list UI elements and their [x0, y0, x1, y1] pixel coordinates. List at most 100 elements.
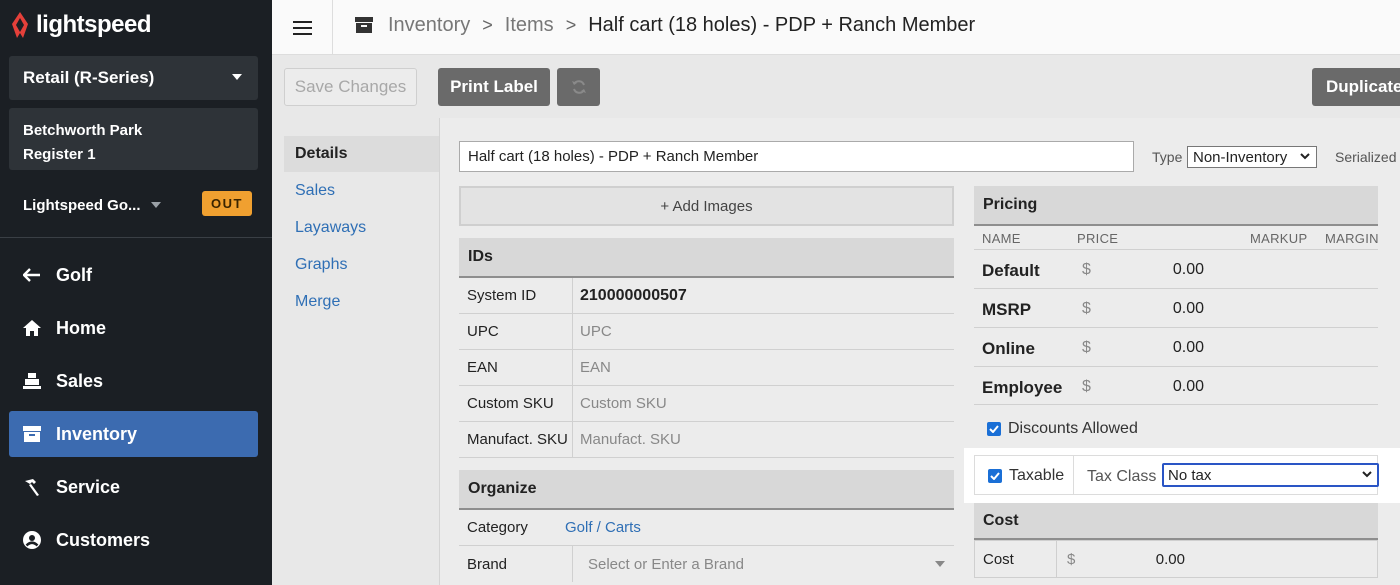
caret-down-icon	[232, 74, 242, 80]
cost-label: Cost	[975, 541, 1057, 577]
price-input[interactable]: 0.00	[1144, 300, 1204, 318]
col-margin: MARGIN	[1325, 231, 1379, 246]
price-row: MSRP $ 0.00	[974, 288, 1378, 327]
item-details: Half cart (18 holes) - PDP + Ranch Membe…	[440, 118, 1400, 585]
table-row: EAN EAN	[459, 350, 954, 386]
brand-logo[interactable]: lightspeed	[10, 10, 152, 40]
user-menu[interactable]: Lightspeed Go... OUT	[23, 190, 258, 220]
type-value: Non-Inventory	[1193, 148, 1288, 166]
nav-label: Sales	[56, 370, 104, 391]
nav-label: Golf	[56, 264, 92, 285]
subnav-details[interactable]: Details	[284, 136, 439, 172]
sidebar: lightspeed Retail (R-Series) Betchworth …	[0, 0, 272, 585]
item-subnav: Details Sales Layaways Graphs Merge	[272, 118, 440, 585]
account-name: Retail (R-Series)	[23, 68, 155, 87]
currency-symbol: $	[1082, 378, 1091, 395]
subnav-merge[interactable]: Merge	[284, 284, 439, 320]
breadcrumb-items[interactable]: Items	[505, 14, 554, 37]
price-input[interactable]: 0.00	[1144, 261, 1204, 279]
tax-section: Taxable Tax Class No tax	[964, 448, 1400, 503]
nav-item-service[interactable]: Service	[9, 464, 258, 510]
discounts-allowed-checkbox[interactable]: Discounts Allowed	[987, 420, 1138, 438]
tax-class-label: Tax Class	[1087, 468, 1157, 485]
toolbar: Save Changes Print Label Duplicate	[272, 55, 1400, 118]
pricing-panel-header: Pricing	[974, 186, 1378, 226]
system-id-label: System ID	[459, 278, 573, 313]
tax-class-select[interactable]: No tax	[1162, 463, 1379, 487]
chevron-right-icon: >	[482, 14, 493, 35]
user-name: Lightspeed Go...	[23, 196, 141, 214]
breadcrumb-inventory[interactable]: Inventory	[388, 14, 470, 37]
col-name: NAME	[982, 231, 1021, 246]
upc-input[interactable]: UPC	[573, 323, 612, 340]
brand-placeholder: Select or Enter a Brand	[588, 555, 744, 573]
price-row: Employee $ 0.00	[974, 366, 1378, 405]
category-link[interactable]: Golf / Carts	[558, 519, 641, 536]
table-row: System ID 210000000507	[459, 278, 954, 314]
refresh-button[interactable]	[557, 68, 600, 106]
type-label: Type	[1152, 149, 1183, 165]
breadcrumb-current: Half cart (18 holes) - PDP + Ranch Membe…	[588, 13, 976, 36]
arrow-left-icon	[22, 265, 42, 285]
table-row: Category Golf / Carts	[459, 510, 954, 546]
nav-item-golf[interactable]: Golf	[9, 252, 258, 298]
chevron-right-icon: >	[565, 14, 577, 35]
currency-symbol: $	[1082, 339, 1091, 356]
price-row: Online $ 0.00	[974, 327, 1378, 366]
home-icon	[22, 318, 42, 338]
ids-panel-header: IDs	[459, 238, 954, 278]
table-row: Custom SKU Custom SKU	[459, 386, 954, 422]
account-selector[interactable]: Retail (R-Series)	[9, 56, 258, 100]
taxable-checkbox[interactable]: Taxable	[988, 467, 1064, 485]
serialized-label: Serialized	[1335, 149, 1397, 165]
manufact-sku-label: Manufact. SKU	[459, 422, 573, 457]
subnav-graphs[interactable]: Graphs	[284, 247, 439, 283]
cost-input[interactable]: 0.00	[1125, 551, 1185, 568]
register-icon	[22, 371, 42, 391]
type-select[interactable]: Non-Inventory	[1187, 146, 1317, 168]
register-box[interactable]: Betchworth Park Register 1	[9, 108, 258, 170]
breadcrumb: Inventory > Items > Half cart (18 holes)…	[354, 0, 975, 50]
currency-symbol: $	[1082, 300, 1091, 317]
price-name: Online	[982, 339, 1035, 358]
currency-symbol: $	[1067, 551, 1076, 568]
brand-select[interactable]: Select or Enter a Brand	[577, 546, 954, 582]
custom-sku-label: Custom SKU	[459, 386, 573, 421]
clock-status-badge[interactable]: OUT	[202, 191, 252, 216]
subnav-sales[interactable]: Sales	[284, 173, 439, 209]
nav-label: Service	[56, 476, 121, 497]
chevron-down-icon	[1362, 471, 1372, 478]
col-markup: MARKUP	[1250, 231, 1308, 246]
duplicate-button[interactable]: Duplicate	[1312, 68, 1400, 106]
system-id-value: 210000000507	[580, 286, 687, 304]
menu-icon[interactable]	[272, 0, 333, 55]
user-circle-icon	[22, 530, 42, 550]
nav-item-home[interactable]: Home	[9, 305, 258, 351]
nav-item-inventory[interactable]: Inventory	[9, 411, 258, 457]
taxable-label: Taxable	[1009, 467, 1065, 484]
discounts-allowed-label: Discounts Allowed	[1008, 420, 1138, 437]
checkmark-icon	[987, 422, 1001, 436]
ean-input[interactable]: EAN	[573, 359, 611, 376]
item-name-input[interactable]: Half cart (18 holes) - PDP + Ranch Membe…	[459, 141, 1134, 172]
flame-logo-icon	[12, 12, 28, 38]
inventory-box-icon	[22, 424, 42, 444]
hammer-icon	[22, 477, 42, 497]
print-label-button[interactable]: Print Label	[438, 68, 550, 106]
custom-sku-input[interactable]: Custom SKU	[573, 395, 667, 412]
subnav-layaways[interactable]: Layaways	[284, 210, 439, 246]
add-images-button[interactable]: + Add Images	[459, 186, 954, 226]
save-changes-button[interactable]: Save Changes	[284, 68, 417, 106]
price-input[interactable]: 0.00	[1144, 378, 1204, 396]
caret-down-icon	[150, 202, 161, 208]
nav-item-sales[interactable]: Sales	[9, 358, 258, 404]
price-row: Default $ 0.00	[974, 249, 1378, 288]
manufact-sku-input[interactable]: Manufact. SKU	[573, 431, 681, 448]
chevron-down-icon	[1300, 153, 1310, 160]
price-name: MSRP	[982, 300, 1032, 319]
price-input[interactable]: 0.00	[1144, 339, 1204, 357]
nav-label: Inventory	[56, 423, 138, 444]
nav-item-customers[interactable]: Customers	[9, 517, 258, 563]
upc-label: UPC	[459, 314, 573, 349]
register-name: Register 1	[23, 146, 96, 163]
